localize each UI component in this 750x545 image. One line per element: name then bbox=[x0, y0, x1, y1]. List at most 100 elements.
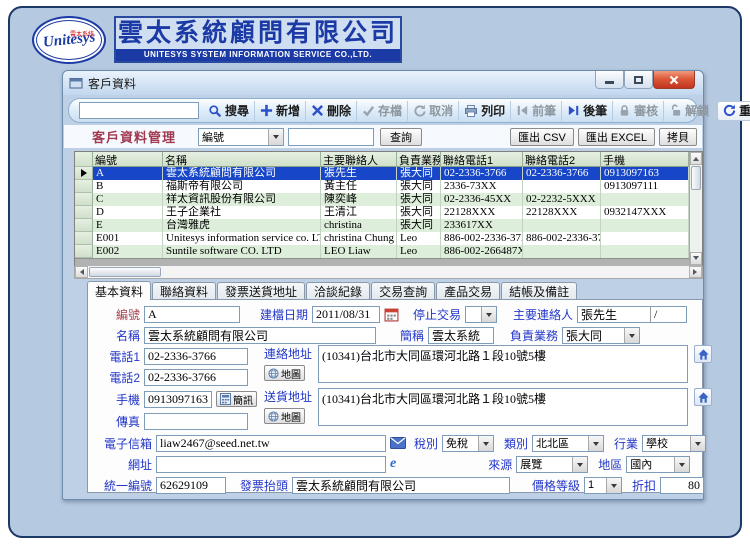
sales-rep-select[interactable]: 張大同 bbox=[562, 326, 641, 344]
mobile-field[interactable] bbox=[144, 390, 212, 408]
toolbar-search-input[interactable] bbox=[79, 102, 199, 119]
contact-address-map-button[interactable]: 地圖 bbox=[264, 365, 305, 381]
chevron-down-icon[interactable] bbox=[588, 435, 604, 451]
unlock-button[interactable]: 解鎖 bbox=[664, 100, 716, 121]
column-header[interactable]: 主要聯絡人 bbox=[321, 152, 397, 167]
next-record-button[interactable]: 後筆 bbox=[562, 100, 614, 121]
contact-address-field[interactable]: (10341)台北市大同區環河北路１段10號5樓 bbox=[318, 345, 688, 383]
source-select[interactable]: 展覽 bbox=[516, 455, 589, 473]
tax-type-label: 稅別 bbox=[414, 436, 439, 451]
previous-record-button[interactable]: 前筆 bbox=[511, 100, 563, 121]
column-header[interactable]: 聯絡電話2 bbox=[523, 152, 601, 167]
shipping-address-home-button[interactable] bbox=[694, 388, 712, 406]
shipping-address-map-button[interactable]: 地圖 bbox=[264, 408, 305, 424]
add-button[interactable]: 新增 bbox=[255, 100, 307, 121]
table-row[interactable]: E002 Suntile software CO. LTD LEO Liaw L… bbox=[75, 245, 702, 258]
search-button[interactable]: 搜尋 bbox=[203, 100, 256, 121]
category-select[interactable]: 北北區 bbox=[532, 434, 605, 452]
chevron-down-icon[interactable] bbox=[674, 456, 690, 472]
stop-trade-select[interactable] bbox=[465, 305, 498, 323]
tab-invoice-shipping-address[interactable]: 發票送貨地址 bbox=[217, 282, 306, 300]
shipping-address-field[interactable]: (10341)台北市大同區環河北路１段10號5樓 bbox=[318, 388, 688, 426]
save-button[interactable]: 存檔 bbox=[357, 100, 409, 121]
print-button[interactable]: 列印 bbox=[459, 100, 512, 121]
table-row[interactable]: B 福斯帝有限公司 黃主任 張大同 2336-73XX 0913097111 bbox=[75, 180, 702, 193]
minimize-button[interactable] bbox=[595, 71, 624, 89]
vertical-scroll-thumb[interactable] bbox=[691, 166, 701, 190]
tax-id-field[interactable] bbox=[156, 476, 226, 494]
query-button[interactable]: 查詢 bbox=[380, 127, 423, 146]
arrow-left-icon bbox=[77, 269, 84, 275]
primary-contact-field[interactable]: 張先生 / bbox=[577, 305, 688, 323]
industry-select[interactable]: 學校 bbox=[642, 434, 707, 452]
chevron-down-icon[interactable] bbox=[268, 128, 284, 145]
export-csv-button[interactable]: 匯出 CSV bbox=[510, 127, 574, 146]
export-excel-button[interactable]: 匯出 EXCEL bbox=[577, 127, 655, 146]
tax-type-select[interactable]: 免稅 bbox=[442, 434, 495, 452]
name-field[interactable] bbox=[144, 326, 376, 344]
filter-keyword-input[interactable] bbox=[288, 127, 375, 146]
scroll-up-button[interactable] bbox=[690, 152, 702, 165]
price-level-select[interactable]: 1 bbox=[584, 476, 623, 494]
invoice-title-field[interactable] bbox=[292, 476, 511, 494]
table-row[interactable]: D 王子企業社 王清江 張大同 22128XXX 22128XXX 093214… bbox=[75, 206, 702, 219]
envelope-icon[interactable] bbox=[390, 437, 406, 449]
close-button[interactable] bbox=[653, 71, 695, 89]
website-label: 網址 bbox=[127, 457, 152, 472]
table-row[interactable]: A 雲太系統顧問有限公司 張先生 張大同 02-2336-3766 02-233… bbox=[75, 167, 702, 180]
chevron-down-icon[interactable] bbox=[606, 477, 622, 493]
sms-button[interactable]: 簡訊 bbox=[216, 391, 257, 407]
column-header[interactable]: 編號 bbox=[93, 152, 163, 167]
short-name-field[interactable] bbox=[428, 326, 495, 344]
code-field[interactable] bbox=[144, 305, 240, 323]
scroll-right-button[interactable] bbox=[689, 266, 702, 278]
tab-billing-notes[interactable]: 結帳及備註 bbox=[501, 282, 578, 300]
copy-button[interactable]: 拷貝 bbox=[659, 127, 697, 146]
column-header[interactable]: 手機 bbox=[601, 152, 689, 167]
email-field[interactable] bbox=[156, 434, 386, 452]
internet-explorer-icon[interactable]: e bbox=[390, 457, 396, 471]
region-select[interactable]: 國內 bbox=[626, 455, 691, 473]
vertical-scrollbar[interactable] bbox=[689, 152, 702, 265]
tab-basic-info[interactable]: 基本資料 bbox=[87, 281, 152, 300]
globe-icon bbox=[268, 410, 279, 422]
house-icon bbox=[697, 348, 709, 360]
tab-negotiation-records[interactable]: 洽談紀錄 bbox=[306, 282, 371, 300]
chevron-down-icon[interactable] bbox=[481, 306, 497, 322]
horizontal-scroll-thumb[interactable] bbox=[89, 267, 161, 277]
window-titlebar: 客戶資料 bbox=[63, 71, 703, 95]
table-row[interactable]: E 台灣雅虎 christina 張大同 233617XX bbox=[75, 219, 702, 232]
phone1-field[interactable] bbox=[144, 347, 248, 365]
grid-corner bbox=[75, 152, 93, 167]
table-row[interactable]: C 祥太資訊股份有限公司 陳奕峰 張大同 02-2336-45XX 02-223… bbox=[75, 193, 702, 206]
discount-field[interactable] bbox=[660, 476, 705, 494]
calendar-icon[interactable] bbox=[384, 307, 399, 322]
tab-contact-info[interactable]: 聯絡資料 bbox=[152, 282, 217, 300]
chevron-down-icon[interactable] bbox=[624, 327, 640, 343]
created-date-field[interactable] bbox=[312, 305, 381, 323]
chevron-down-icon[interactable] bbox=[478, 435, 494, 451]
chevron-down-icon[interactable] bbox=[572, 456, 588, 472]
website-field[interactable] bbox=[156, 455, 386, 473]
chevron-down-icon[interactable] bbox=[690, 435, 706, 451]
contact-address-home-button[interactable] bbox=[694, 345, 712, 363]
unlock-icon bbox=[672, 104, 681, 116]
delete-button[interactable]: 刪除 bbox=[306, 100, 358, 121]
search-field-select[interactable]: 編號 bbox=[198, 127, 285, 146]
column-header[interactable]: 名稱 bbox=[163, 152, 321, 167]
cancel-button[interactable]: 取消 bbox=[408, 100, 460, 121]
scroll-down-button[interactable] bbox=[690, 252, 702, 265]
tab-product-transactions[interactable]: 產品交易 bbox=[436, 282, 501, 300]
column-header[interactable]: 聯絡電話1 bbox=[441, 152, 523, 167]
tab-transaction-query[interactable]: 交易查詢 bbox=[371, 282, 436, 300]
scroll-left-button[interactable] bbox=[75, 266, 88, 278]
reload-button[interactable]: 重讀 bbox=[717, 100, 750, 121]
audit-button[interactable]: 審核 bbox=[613, 100, 665, 121]
maximize-button[interactable] bbox=[624, 71, 653, 89]
fax-field[interactable] bbox=[144, 412, 248, 430]
horizontal-scrollbar[interactable] bbox=[74, 266, 703, 279]
column-header[interactable]: 負責業務 bbox=[397, 152, 441, 167]
phone2-field[interactable] bbox=[144, 368, 248, 386]
table-row[interactable]: E001 Unitesys information service co. LT… bbox=[75, 232, 702, 245]
short-name-label: 簡稱 bbox=[400, 328, 425, 343]
